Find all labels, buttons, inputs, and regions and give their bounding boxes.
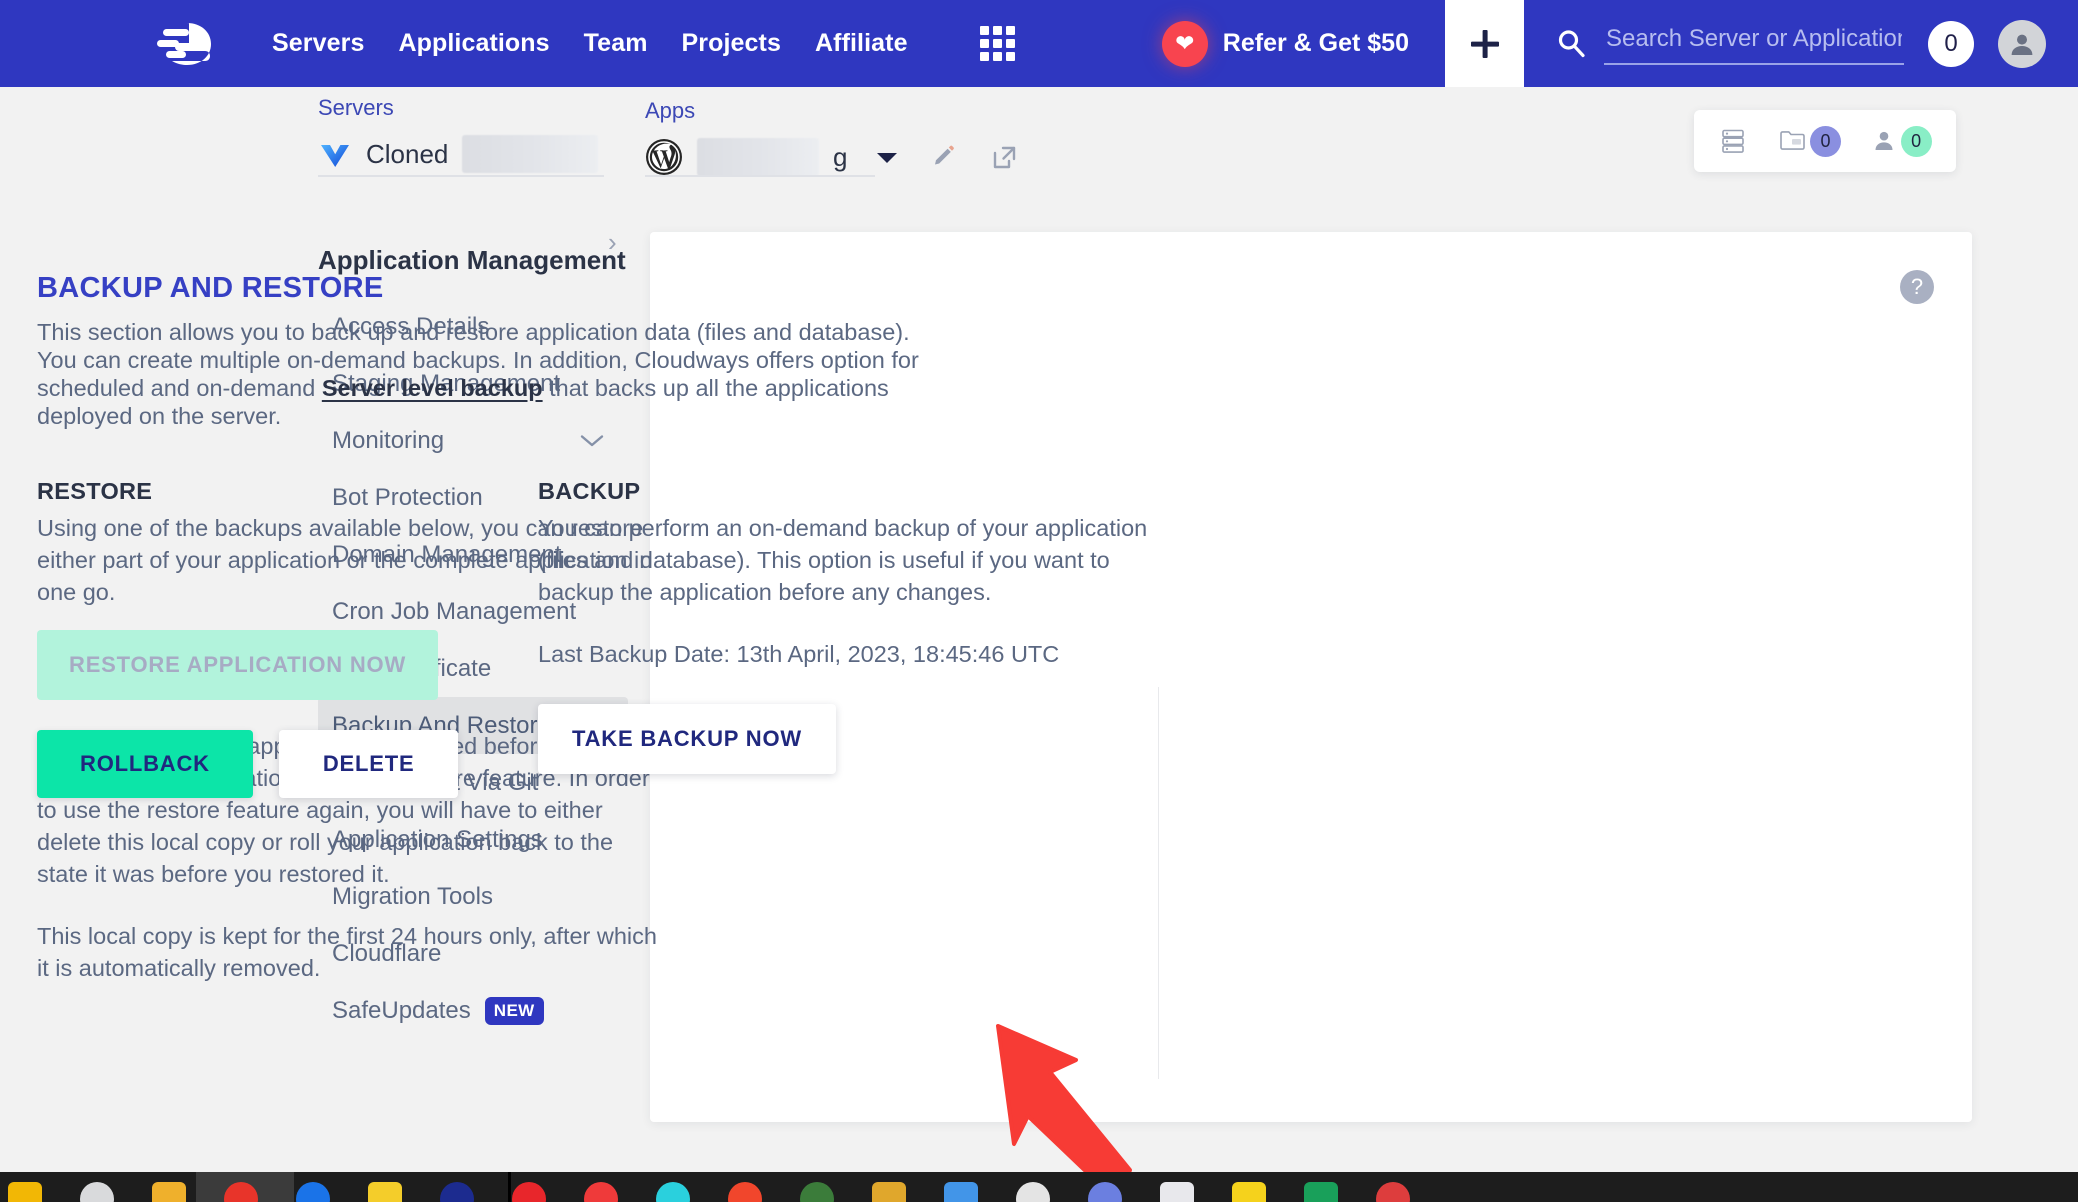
plus-icon <box>1470 29 1499 58</box>
taskbar-icon-7[interactable] <box>440 1182 474 1202</box>
chevron-down-icon <box>580 434 604 446</box>
breadcrumb-apps-label[interactable]: Apps <box>645 98 1018 124</box>
sidebar-item-label: Monitoring <box>332 426 445 454</box>
nav-link-affiliate[interactable]: Affiliate <box>815 29 908 58</box>
breadcrumb-servers: Servers Cloned <box>318 95 599 173</box>
taskbar-icon-6[interactable] <box>368 1182 402 1202</box>
new-badge: NEW <box>484 996 544 1025</box>
stat-team-count: 0 <box>1900 125 1932 157</box>
refer-and-get-button[interactable]: ❤ Refer & Get $50 <box>1161 20 1445 67</box>
taskbar-icon-3[interactable] <box>152 1182 186 1202</box>
nav-link-projects[interactable]: Projects <box>682 29 781 58</box>
taskbar-icon-19[interactable] <box>1304 1182 1338 1202</box>
restore-application-now-button[interactable]: RESTORE APPLICATION NOW <box>37 630 439 700</box>
primary-nav: Servers Applications Team Projects Affil… <box>272 26 1015 61</box>
search-input[interactable] <box>1604 20 1904 65</box>
taskbar-icon-20[interactable] <box>1376 1182 1410 1202</box>
taskbar-icon-list <box>0 1182 1410 1202</box>
chevron-down-icon <box>877 153 898 163</box>
taskbar-icon-14[interactable] <box>944 1182 978 1202</box>
taskbar-icon-17[interactable] <box>1160 1182 1194 1202</box>
heart-icon: ❤ <box>1161 20 1208 67</box>
column-divider <box>1158 687 1159 1079</box>
folder-icon <box>1780 131 1805 150</box>
user-avatar-icon[interactable] <box>1998 19 2046 68</box>
take-backup-now-button[interactable]: TAKE BACKUP NOW <box>538 704 836 774</box>
os-taskbar <box>0 1172 2078 1202</box>
stat-projects[interactable]: 0 <box>1777 125 1841 157</box>
backup-body: You can perform an on-demand backup of y… <box>538 515 1148 605</box>
taskbar-icon-8[interactable] <box>512 1182 546 1202</box>
vultr-logo-icon <box>321 145 349 167</box>
stat-team[interactable]: 0 <box>1870 125 1932 157</box>
card-description: This section allows you to back up and r… <box>37 318 927 430</box>
taskbar-icon-18[interactable] <box>1232 1182 1266 1202</box>
restore-action-buttons: ROLLBACK DELETE <box>37 730 459 798</box>
wordpress-logo-icon <box>646 139 682 175</box>
breadcrumb-server-name[interactable]: Cloned <box>366 139 448 170</box>
nav-link-servers[interactable]: Servers <box>272 29 364 58</box>
server-level-backup-link[interactable]: Server level backup <box>322 375 543 401</box>
taskbar-icon-1[interactable] <box>8 1182 42 1202</box>
external-link-icon <box>994 146 1016 168</box>
refer-label: Refer & Get $50 <box>1222 29 1409 57</box>
local-copy-note-2: This local copy is kept for the first 24… <box>37 923 657 981</box>
stat-servers[interactable] <box>1718 126 1748 156</box>
server-rack-icon <box>1722 129 1745 153</box>
resource-stats-card: 0 0 <box>1694 110 1956 172</box>
taskbar-icon-12[interactable] <box>800 1182 834 1202</box>
help-question-icon[interactable]: ? <box>1900 270 1934 304</box>
server-name-redaction <box>462 135 599 173</box>
backup-heading: BACKUP <box>538 478 641 504</box>
navbar-right-group: ❤ Refer & Get $50 0 <box>1161 0 2078 87</box>
apps-grid-icon[interactable] <box>979 26 1015 61</box>
breadcrumb-servers-underline <box>318 175 604 177</box>
app-window: Servers Applications Team Projects Affil… <box>0 0 2078 1202</box>
stat-projects-count: 0 <box>1809 125 1841 157</box>
nav-link-team[interactable]: Team <box>584 29 648 58</box>
search-group <box>1556 20 1904 67</box>
launch-app-button[interactable] <box>991 144 1018 171</box>
pencil-edit-icon <box>935 145 955 165</box>
backup-column: BACKUP You can perform an on-demand back… <box>538 478 1158 774</box>
add-new-button[interactable] <box>1445 0 1524 87</box>
breadcrumb-app-name-suffix[interactable]: g <box>833 142 847 173</box>
taskbar-icon-10[interactable] <box>656 1182 690 1202</box>
taskbar-icon-2[interactable] <box>80 1182 114 1202</box>
page-title: BACKUP AND RESTORE <box>37 272 384 304</box>
taskbar-icon-5[interactable] <box>296 1182 330 1202</box>
taskbar-icon-16[interactable] <box>1088 1182 1122 1202</box>
taskbar-icon-11[interactable] <box>728 1182 762 1202</box>
notification-count-badge[interactable]: 0 <box>1928 20 1974 67</box>
sidebar-item-safeupdates[interactable]: SafeUpdates NEW <box>318 982 628 1039</box>
breadcrumb-servers-label[interactable]: Servers <box>318 95 598 121</box>
rollback-button[interactable]: ROLLBACK <box>37 730 253 798</box>
edit-app-button[interactable] <box>931 144 957 170</box>
taskbar-icon-13[interactable] <box>872 1182 906 1202</box>
search-icon <box>1558 29 1585 57</box>
taskbar-icon-15[interactable] <box>1016 1182 1050 1202</box>
top-navbar: Servers Applications Team Projects Affil… <box>0 0 2078 87</box>
breadcrumb-apps: Apps g <box>645 98 1018 176</box>
user-icon <box>1875 131 1893 150</box>
cloudways-logo[interactable] <box>140 19 250 69</box>
app-name-redaction <box>697 138 819 176</box>
last-backup-date: Last Backup Date: 13th April, 2023, 18:4… <box>538 641 1060 667</box>
app-dropdown-button[interactable] <box>875 149 899 165</box>
taskbar-icon-9[interactable] <box>584 1182 618 1202</box>
delete-button[interactable]: DELETE <box>278 730 459 798</box>
breadcrumb-apps-underline <box>645 175 875 177</box>
nav-link-applications[interactable]: Applications <box>398 29 549 58</box>
sidebar-item-label: SafeUpdates <box>332 996 471 1024</box>
taskbar-icon-4[interactable] <box>224 1182 258 1202</box>
